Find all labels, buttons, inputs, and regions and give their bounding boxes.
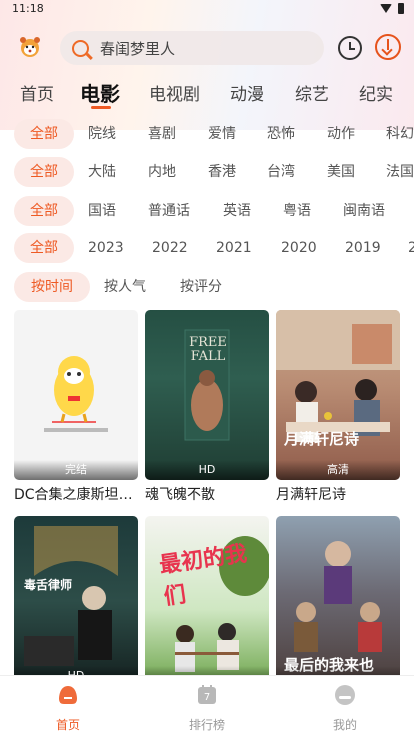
search-bar[interactable] — [60, 31, 324, 65]
region-chip[interactable]: 台湾 — [267, 157, 295, 187]
sort-chip[interactable]: 按人气 — [104, 272, 146, 302]
language-chip[interactable]: 全部 — [14, 196, 74, 226]
language-chip[interactable]: 普通话 — [148, 196, 190, 226]
movie-poster[interactable]: 最初的我们 — [145, 516, 269, 686]
year-chip[interactable]: 2023 — [88, 233, 124, 263]
battery-icon — [398, 3, 404, 14]
download-icon[interactable] — [375, 34, 401, 60]
region-chip[interactable]: 大陆 — [88, 157, 116, 187]
poster-artwork — [276, 310, 400, 442]
status-time: 11:18 — [12, 2, 44, 15]
year-filter-row: 全部 2023 2022 2021 2020 2019 2 — [0, 233, 414, 263]
nav-profile[interactable]: 我的 — [305, 684, 385, 733]
language-filter-row: 全部 国语 普通话 英语 粤语 闽南语 — [0, 196, 414, 226]
tab-anime[interactable]: 动漫 — [230, 80, 264, 105]
nav-profile-label: 我的 — [332, 718, 357, 732]
category-tabs: 首页 电影 电视剧 动漫 综艺 纪实 — [0, 76, 414, 112]
genre-chip[interactable]: 喜剧 — [148, 119, 176, 149]
placeholder-mascot-image — [44, 356, 108, 432]
ranking-icon: 7 — [198, 685, 216, 704]
svg-text:7: 7 — [204, 692, 210, 703]
movie-title[interactable]: 魂飞魄不散 — [145, 484, 269, 504]
poster-title-text: FREE FALL — [189, 335, 227, 364]
movie-poster[interactable]: 月满轩尼诗 高清 — [276, 310, 400, 480]
genre-chip[interactable]: 全部 — [14, 119, 74, 149]
active-tab-indicator — [91, 106, 111, 109]
nav-ranking[interactable]: 7 排行榜 — [167, 684, 247, 733]
movie-title[interactable]: 月满轩尼诗 — [276, 484, 400, 504]
search-input[interactable] — [100, 39, 300, 57]
nav-home-label: 首页 — [55, 718, 80, 732]
tab-tv-series[interactable]: 电视剧 — [149, 80, 200, 105]
language-chip[interactable]: 粤语 — [283, 196, 311, 226]
app-header — [0, 28, 414, 70]
movie-quality-badge: 高清 — [276, 460, 400, 480]
tab-movies[interactable]: 电影 — [80, 78, 120, 107]
poster-artwork — [24, 526, 118, 666]
search-icon — [72, 39, 89, 57]
sort-filter-row: 按时间 按人气 按评分 — [0, 272, 414, 302]
region-chip[interactable]: 全部 — [14, 157, 74, 187]
movie-poster[interactable]: 毒舌律师 HD — [14, 516, 138, 686]
language-chip[interactable]: 英语 — [223, 196, 251, 226]
genre-chip[interactable]: 动作 — [327, 119, 355, 149]
movie-poster[interactable]: 完结 — [14, 310, 138, 480]
year-chip[interactable]: 2019 — [345, 233, 381, 263]
year-chip[interactable]: 2021 — [216, 233, 252, 263]
region-chip[interactable]: 法国 — [386, 157, 414, 187]
region-chip[interactable]: 美国 — [327, 157, 355, 187]
year-chip[interactable]: 2 — [408, 233, 414, 263]
region-filter-row: 全部 大陆 内地 香港 台湾 美国 法国 — [0, 157, 414, 187]
region-chip[interactable]: 内地 — [148, 157, 176, 187]
tab-home[interactable]: 首页 — [20, 80, 54, 105]
home-icon — [59, 686, 77, 704]
region-chip[interactable]: 香港 — [208, 157, 236, 187]
movie-quality-badge: HD — [145, 460, 269, 480]
genre-filter-row: 全部 院线 喜剧 爱情 恐怖 动作 科幻 — [0, 119, 414, 149]
sort-chip[interactable]: 按时间 — [14, 272, 90, 302]
movie-status-badge: 完结 — [14, 460, 138, 480]
bottom-navigation: 首页 7 排行榜 我的 — [0, 675, 414, 737]
status-icons — [380, 3, 404, 14]
movie-poster[interactable]: FREE FALL HD — [145, 310, 269, 480]
nav-ranking-label: 排行榜 — [188, 718, 225, 732]
app-logo-icon[interactable] — [18, 35, 42, 59]
genre-chip[interactable]: 科幻 — [386, 119, 414, 149]
genre-chip[interactable]: 院线 — [88, 119, 116, 149]
status-bar: 11:18 — [0, 0, 414, 20]
genre-chip[interactable]: 爱情 — [208, 119, 236, 149]
nav-home[interactable]: 首页 — [28, 684, 108, 733]
year-chip[interactable]: 2022 — [152, 233, 188, 263]
movie-poster[interactable]: 最后的我来也 — [276, 516, 400, 686]
poster-title-text: 毒舌律师 — [24, 578, 73, 592]
language-chip[interactable]: 国语 — [88, 196, 116, 226]
history-clock-icon[interactable] — [338, 36, 362, 60]
profile-icon — [335, 685, 355, 705]
year-chip[interactable]: 2020 — [281, 233, 317, 263]
movie-title[interactable]: DC合集之康斯坦丁... — [14, 484, 138, 504]
poster-title-text: 月满轩尼诗 — [284, 430, 360, 448]
year-chip[interactable]: 全部 — [14, 233, 74, 263]
language-chip[interactable]: 闽南语 — [343, 196, 385, 226]
wifi-icon — [380, 4, 392, 13]
sort-chip[interactable]: 按评分 — [180, 272, 222, 302]
tab-variety[interactable]: 综艺 — [295, 80, 329, 105]
tab-documentary[interactable]: 纪实 — [359, 80, 393, 105]
genre-chip[interactable]: 恐怖 — [267, 119, 295, 149]
